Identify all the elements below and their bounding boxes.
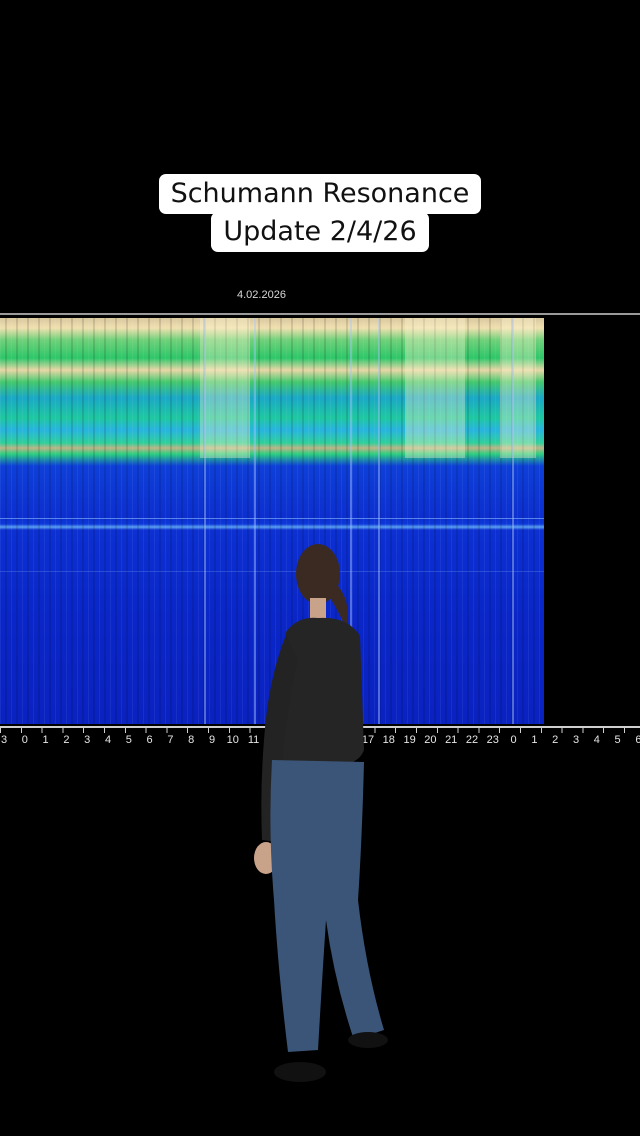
time-axis-tick-label: 2 bbox=[552, 734, 559, 746]
caption-line-2-wrap: Update 2/4/26 bbox=[0, 212, 640, 252]
time-axis-tick-label: 22 bbox=[465, 734, 479, 746]
spectrogram-line bbox=[0, 518, 544, 519]
person-shoe bbox=[274, 1062, 326, 1082]
spectrogram-top-line bbox=[0, 313, 640, 315]
time-axis-tick-label: 3 bbox=[84, 734, 91, 746]
time-axis-tick-label: 21 bbox=[445, 734, 458, 746]
spectrogram-spike bbox=[512, 318, 514, 724]
time-axis-tick-label: 23 bbox=[486, 734, 499, 746]
person-neck bbox=[310, 598, 326, 620]
time-axis-tick-label: 6 bbox=[146, 734, 153, 746]
time-axis-tick-label: 5 bbox=[614, 734, 621, 746]
time-axis-tick-label: 19 bbox=[403, 734, 416, 746]
time-axis-tick-label: 9 bbox=[208, 734, 216, 746]
time-axis-tick-label: 3 bbox=[572, 734, 580, 746]
person-figure bbox=[254, 544, 388, 1082]
time-axis-tick-label: 2 bbox=[63, 734, 70, 746]
time-axis-tick-label: 4 bbox=[104, 734, 112, 746]
caption-line-1: Schumann Resonance bbox=[158, 174, 482, 214]
time-axis-tick-label: 20 bbox=[424, 734, 437, 746]
bright-band bbox=[500, 318, 536, 458]
time-axis-tick-label: 5 bbox=[125, 734, 132, 746]
caption-line-2: Update 2/4/26 bbox=[211, 212, 429, 252]
spectrogram-date-label: 4.02.2026 bbox=[237, 289, 286, 301]
spectrogram-spike bbox=[204, 318, 206, 724]
time-axis-tick-label: 0 bbox=[510, 734, 517, 746]
bright-band bbox=[405, 318, 465, 458]
time-axis-tick-label: 7 bbox=[167, 734, 174, 746]
bright-band bbox=[200, 318, 250, 458]
time-axis-tick-label: 0 bbox=[21, 734, 28, 746]
person-shoe bbox=[348, 1032, 388, 1048]
time-axis-tick-label: 1 bbox=[42, 734, 49, 746]
time-axis-tick-label: 4 bbox=[593, 734, 600, 746]
time-axis-tick-label: 8 bbox=[188, 734, 195, 746]
time-axis-tick-label: 1 bbox=[531, 734, 538, 746]
person-jeans bbox=[270, 760, 384, 1052]
time-axis-tick-label: 3 bbox=[0, 734, 8, 746]
time-axis-tick-label: 6 bbox=[635, 734, 640, 746]
caption-line-1-wrap: Schumann Resonance bbox=[0, 174, 640, 214]
